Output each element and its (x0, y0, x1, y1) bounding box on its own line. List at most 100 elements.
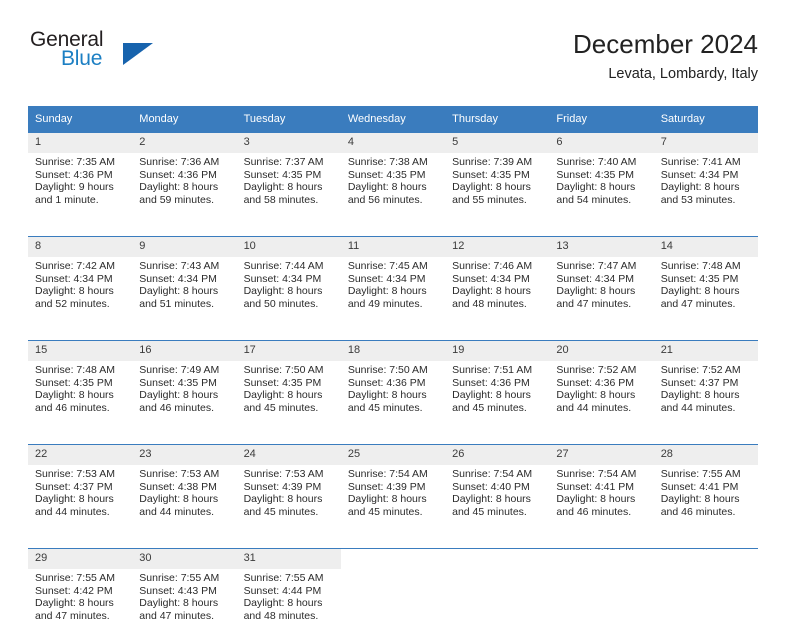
day-number-cell[interactable]: 5 (445, 133, 549, 154)
day-detail-cell[interactable]: Sunrise: 7:40 AM Sunset: 4:35 PM Dayligh… (549, 153, 653, 226)
day-number-cell[interactable]: 26 (445, 445, 549, 466)
day-detail-cell[interactable]: Sunrise: 7:48 AM Sunset: 4:35 PM Dayligh… (654, 257, 758, 330)
page-header: General Blue December 2024 Levata, Lomba… (28, 28, 758, 98)
daylight-text-line1: Daylight: 8 hours (348, 389, 445, 402)
day-number-cell[interactable]: 29 (28, 549, 132, 570)
day-number-cell[interactable]: 23 (132, 445, 236, 466)
day-detail-cell[interactable]: Sunrise: 7:50 AM Sunset: 4:35 PM Dayligh… (237, 361, 341, 434)
day-number-cell[interactable]: 4 (341, 133, 445, 154)
day-number-cell[interactable]: 17 (237, 341, 341, 362)
day-number-cell[interactable]: 7 (654, 133, 758, 154)
day-number-cell[interactable]: 1 (28, 133, 132, 154)
logo-text-blue: Blue (61, 47, 102, 71)
day-number-cell[interactable]: 2 (132, 133, 236, 154)
day-number-cell[interactable]: 20 (549, 341, 653, 362)
day-detail-cell[interactable]: Sunrise: 7:50 AM Sunset: 4:36 PM Dayligh… (341, 361, 445, 434)
daylight-text-line2: and 53 minutes. (661, 194, 758, 207)
day-number-cell[interactable]: 15 (28, 341, 132, 362)
day-number-cell[interactable]: 31 (237, 549, 341, 570)
weekday-header-thursday: Thursday (445, 106, 549, 133)
day-number-cell[interactable]: 27 (549, 445, 653, 466)
day-detail-cell[interactable]: Sunrise: 7:45 AM Sunset: 4:34 PM Dayligh… (341, 257, 445, 330)
daylight-text-line1: Daylight: 8 hours (35, 597, 132, 610)
day-number-cell[interactable]: 14 (654, 237, 758, 258)
week-spacer-cell (28, 330, 758, 341)
day-detail-cell[interactable]: Sunrise: 7:53 AM Sunset: 4:39 PM Dayligh… (237, 465, 341, 538)
day-detail-cell[interactable]: Sunrise: 7:53 AM Sunset: 4:37 PM Dayligh… (28, 465, 132, 538)
sunrise-sunset-calendar-table: Sunday Monday Tuesday Wednesday Thursday… (28, 106, 758, 642)
daylight-text-line1: Daylight: 8 hours (452, 285, 549, 298)
daylight-text-line1: Daylight: 8 hours (35, 389, 132, 402)
daylight-text-line1: Daylight: 8 hours (661, 389, 758, 402)
sunrise-text: Sunrise: 7:49 AM (139, 364, 236, 377)
week-spacer-cell (28, 434, 758, 445)
day-detail-cell[interactable]: Sunrise: 7:38 AM Sunset: 4:35 PM Dayligh… (341, 153, 445, 226)
daylight-text-line1: Daylight: 8 hours (556, 389, 653, 402)
day-detail-cell[interactable]: Sunrise: 7:42 AM Sunset: 4:34 PM Dayligh… (28, 257, 132, 330)
day-number-cell[interactable]: 10 (237, 237, 341, 258)
day-detail-cell[interactable]: Sunrise: 7:52 AM Sunset: 4:36 PM Dayligh… (549, 361, 653, 434)
week-spacer-cell (28, 538, 758, 549)
weekday-header-saturday: Saturday (654, 106, 758, 133)
day-detail-cell-empty (445, 569, 549, 642)
day-number-cell[interactable]: 3 (237, 133, 341, 154)
day-detail-cell[interactable]: Sunrise: 7:36 AM Sunset: 4:36 PM Dayligh… (132, 153, 236, 226)
day-detail-cell[interactable]: Sunrise: 7:51 AM Sunset: 4:36 PM Dayligh… (445, 361, 549, 434)
sunset-text: Sunset: 4:34 PM (139, 273, 236, 286)
sunset-text: Sunset: 4:36 PM (35, 169, 132, 182)
day-number-cell[interactable]: 19 (445, 341, 549, 362)
day-detail-cell[interactable]: Sunrise: 7:47 AM Sunset: 4:34 PM Dayligh… (549, 257, 653, 330)
sunset-text: Sunset: 4:34 PM (661, 169, 758, 182)
day-detail-cell[interactable]: Sunrise: 7:55 AM Sunset: 4:42 PM Dayligh… (28, 569, 132, 642)
general-blue-logo: General Blue (28, 28, 208, 88)
day-detail-cell[interactable]: Sunrise: 7:46 AM Sunset: 4:34 PM Dayligh… (445, 257, 549, 330)
sunset-text: Sunset: 4:42 PM (35, 585, 132, 598)
week-2-daynumber-row: 8 9 10 11 12 13 14 (28, 237, 758, 258)
day-number-cell[interactable]: 24 (237, 445, 341, 466)
day-detail-cell-empty (341, 569, 445, 642)
day-detail-cell[interactable]: Sunrise: 7:44 AM Sunset: 4:34 PM Dayligh… (237, 257, 341, 330)
page-subtitle: Levata, Lombardy, Italy (573, 63, 758, 85)
day-detail-cell[interactable]: Sunrise: 7:43 AM Sunset: 4:34 PM Dayligh… (132, 257, 236, 330)
day-detail-cell[interactable]: Sunrise: 7:52 AM Sunset: 4:37 PM Dayligh… (654, 361, 758, 434)
day-detail-cell[interactable]: Sunrise: 7:48 AM Sunset: 4:35 PM Dayligh… (28, 361, 132, 434)
day-detail-cell[interactable]: Sunrise: 7:49 AM Sunset: 4:35 PM Dayligh… (132, 361, 236, 434)
day-number-cell[interactable]: 21 (654, 341, 758, 362)
day-number-cell[interactable]: 11 (341, 237, 445, 258)
day-detail-cell[interactable]: Sunrise: 7:55 AM Sunset: 4:41 PM Dayligh… (654, 465, 758, 538)
day-number-cell[interactable]: 22 (28, 445, 132, 466)
day-detail-cell[interactable]: Sunrise: 7:35 AM Sunset: 4:36 PM Dayligh… (28, 153, 132, 226)
day-detail-cell[interactable]: Sunrise: 7:55 AM Sunset: 4:43 PM Dayligh… (132, 569, 236, 642)
day-number-cell[interactable]: 8 (28, 237, 132, 258)
daylight-text-line1: Daylight: 8 hours (348, 181, 445, 194)
day-number-cell[interactable]: 13 (549, 237, 653, 258)
day-number-cell[interactable]: 6 (549, 133, 653, 154)
day-number-cell[interactable]: 9 (132, 237, 236, 258)
daylight-text-line2: and 46 minutes. (35, 402, 132, 415)
day-detail-cell[interactable]: Sunrise: 7:37 AM Sunset: 4:35 PM Dayligh… (237, 153, 341, 226)
day-number-cell[interactable]: 28 (654, 445, 758, 466)
day-number-cell[interactable]: 30 (132, 549, 236, 570)
calendar-page: General Blue December 2024 Levata, Lomba… (0, 0, 792, 612)
sunrise-text: Sunrise: 7:48 AM (661, 260, 758, 273)
sunset-text: Sunset: 4:43 PM (139, 585, 236, 598)
day-detail-cell[interactable]: Sunrise: 7:39 AM Sunset: 4:35 PM Dayligh… (445, 153, 549, 226)
day-detail-cell[interactable]: Sunrise: 7:54 AM Sunset: 4:40 PM Dayligh… (445, 465, 549, 538)
daylight-text-line2: and 46 minutes. (661, 506, 758, 519)
day-detail-cell[interactable]: Sunrise: 7:55 AM Sunset: 4:44 PM Dayligh… (237, 569, 341, 642)
day-detail-cell[interactable]: Sunrise: 7:54 AM Sunset: 4:41 PM Dayligh… (549, 465, 653, 538)
day-detail-cell[interactable]: Sunrise: 7:53 AM Sunset: 4:38 PM Dayligh… (132, 465, 236, 538)
day-detail-cell[interactable]: Sunrise: 7:54 AM Sunset: 4:39 PM Dayligh… (341, 465, 445, 538)
daylight-text-line2: and 45 minutes. (452, 506, 549, 519)
day-number-cell[interactable]: 25 (341, 445, 445, 466)
sunset-text: Sunset: 4:35 PM (452, 169, 549, 182)
day-number-cell[interactable]: 16 (132, 341, 236, 362)
week-spacer-cell (28, 226, 758, 237)
daylight-text-line2: and 54 minutes. (556, 194, 653, 207)
sunset-text: Sunset: 4:37 PM (661, 377, 758, 390)
daylight-text-line1: Daylight: 8 hours (452, 181, 549, 194)
sunrise-text: Sunrise: 7:55 AM (35, 572, 132, 585)
day-number-cell[interactable]: 18 (341, 341, 445, 362)
day-number-cell[interactable]: 12 (445, 237, 549, 258)
day-detail-cell[interactable]: Sunrise: 7:41 AM Sunset: 4:34 PM Dayligh… (654, 153, 758, 226)
